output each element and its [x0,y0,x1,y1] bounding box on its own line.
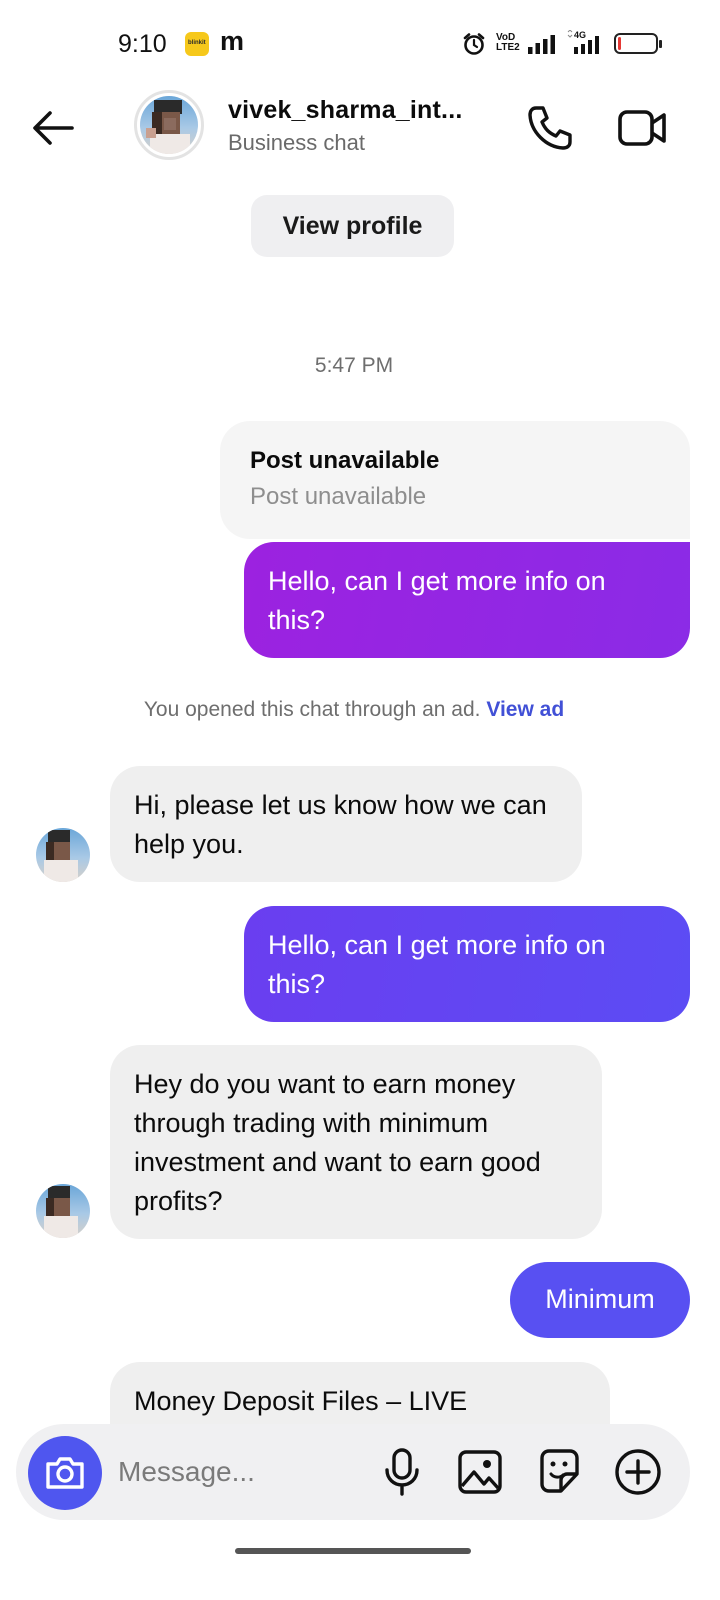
contact-name[interactable]: vivek_sharma_int... [228,96,463,125]
sticker-icon[interactable] [534,1446,584,1498]
camera-button[interactable] [28,1436,102,1510]
sender-avatar[interactable] [36,828,90,882]
volte-icon: VoD LTE2 [496,32,520,53]
battery-level [618,37,621,50]
post-subtitle: Post unavailable [250,483,427,510]
m-app-icon: m [220,26,245,56]
contact-avatar[interactable] [134,90,204,160]
signal-4g-icon: 4G [567,30,599,54]
shared-post-card[interactable]: Post unavailable Post unavailable [220,421,690,539]
gallery-icon[interactable] [456,1446,504,1498]
arrow-left-icon[interactable] [28,102,80,154]
message-bubble-incoming[interactable]: Hi, please let us know how we can help y… [110,766,582,882]
ad-notice-text: You opened this chat through an ad. [143,698,481,721]
view-ad-link[interactable]: View ad [486,698,564,721]
message-bubble-incoming[interactable]: Hey do you want to earn money through tr… [110,1045,602,1239]
battery-icon [614,33,662,54]
chat-header: vivek_sharma_int... Business chat [0,88,720,168]
avatar-image [140,96,198,154]
ad-notice: You opened this chat through an ad. View… [0,698,708,722]
message-bubble-outgoing[interactable]: Hello, can I get more info on this? [244,542,690,658]
message-bubble-outgoing[interactable]: Minimum [510,1262,690,1338]
message-input[interactable] [118,1446,368,1498]
contact-subtitle: Business chat [228,130,365,155]
alarm-icon [463,33,485,55]
post-title: Post unavailable [250,447,440,474]
home-indicator[interactable] [235,1548,471,1554]
message-bubble-outgoing[interactable]: Hello, can I get more info on this? [244,906,690,1022]
phone-icon[interactable] [522,100,578,156]
status-time: 9:10 [118,30,167,58]
plus-circle-icon[interactable] [612,1446,664,1498]
sender-avatar[interactable] [36,1184,90,1238]
message-timestamp: 5:47 PM [314,354,394,377]
microphone-icon[interactable] [380,1444,424,1500]
view-profile-button[interactable]: View profile [251,195,454,257]
message-composer [16,1424,690,1520]
signal-strength-icon [528,35,555,54]
camera-icon [46,1457,84,1489]
video-camera-icon[interactable] [614,100,672,156]
svg-text:4G: 4G [574,30,586,40]
status-bar: 9:10 blinkit m VoD LTE2 4G [0,0,720,88]
blinkit-app-icon: blinkit [185,32,209,56]
